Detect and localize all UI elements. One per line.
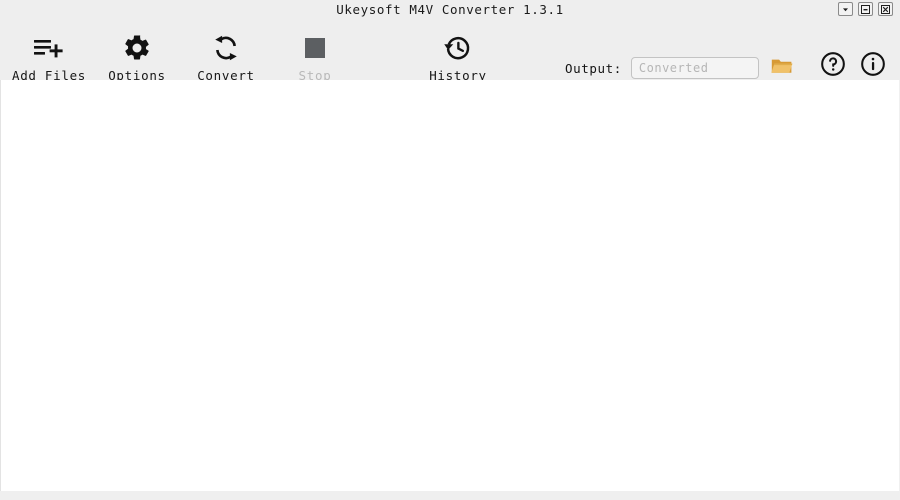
close-icon [881, 4, 890, 14]
info-button[interactable] [859, 51, 886, 81]
folder-open-icon [771, 57, 793, 80]
help-circle-icon [820, 51, 846, 81]
history-clock-icon [403, 31, 513, 65]
main-toolbar: Add Files Options Convert Stop History O… [0, 19, 900, 83]
status-bar [0, 491, 900, 500]
application-window: Ukeysoft M4V Converter 1.3.1 Add Files O… [0, 0, 900, 500]
stop-square-icon [260, 31, 370, 65]
minimize-icon [861, 4, 870, 14]
chevron-down-icon [841, 5, 850, 14]
window-title: Ukeysoft M4V Converter 1.3.1 [336, 2, 564, 17]
browse-folder-button[interactable] [770, 57, 794, 79]
menu-dropdown-button[interactable] [838, 2, 853, 16]
output-folder-group: Output: [565, 57, 794, 79]
minimize-button[interactable] [858, 2, 873, 16]
help-info-group [819, 51, 886, 81]
file-list-area[interactable] [0, 80, 900, 491]
window-controls [838, 2, 893, 16]
close-button[interactable] [878, 2, 893, 16]
output-label: Output: [565, 60, 622, 76]
title-bar: Ukeysoft M4V Converter 1.3.1 [0, 0, 900, 19]
window-header: Ukeysoft M4V Converter 1.3.1 Add Files O… [0, 0, 900, 83]
help-button[interactable] [819, 51, 846, 81]
output-path-input[interactable] [630, 57, 759, 79]
info-circle-icon [860, 51, 886, 81]
